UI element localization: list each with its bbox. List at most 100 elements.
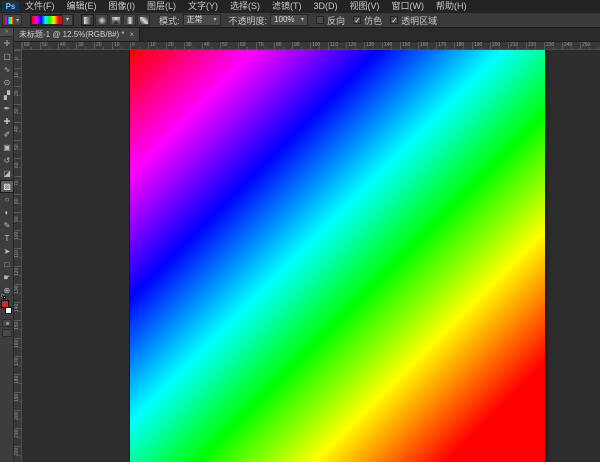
menu-item[interactable]: 图像(I) <box>103 0 142 13</box>
ruler-label: 140 <box>14 304 20 312</box>
ruler-label: 170 <box>438 42 446 48</box>
ruler-label: 220 <box>528 42 536 48</box>
menu-item[interactable]: 文件(F) <box>19 0 61 13</box>
menu-item[interactable]: 帮助(H) <box>430 0 473 13</box>
close-icon[interactable]: × <box>129 28 134 42</box>
ruler-label: 20 <box>168 42 174 48</box>
quick-selection-tool[interactable]: ⊙ <box>0 76 14 89</box>
ruler-label: 80 <box>14 198 20 204</box>
gradient-preview-swatch[interactable] <box>32 16 62 24</box>
pen-tool[interactable]: ✎ <box>0 219 14 232</box>
radial-gradient-button[interactable] <box>95 14 108 26</box>
ruler-label: 70 <box>258 42 264 48</box>
ruler-label: 50 <box>42 42 48 48</box>
linear-gradient-button[interactable] <box>81 14 94 26</box>
menu-item[interactable]: 滤镜(T) <box>266 0 308 13</box>
marquee-tool[interactable]: ▢ <box>0 50 14 63</box>
crop-tool[interactable]: ▞ <box>0 89 14 102</box>
checkbox-反向[interactable]: 反向 <box>316 14 345 27</box>
collapse-panel-icon[interactable]: » <box>0 28 13 37</box>
ruler-label: 40 <box>204 42 210 48</box>
ruler-label: 110 <box>14 250 20 258</box>
shape-tool[interactable]: □ <box>0 258 14 271</box>
clone-stamp-tool[interactable]: ▣ <box>0 141 14 154</box>
ruler-label: 20 <box>96 42 102 48</box>
checkbox-label: 透明区域 <box>401 14 437 27</box>
lasso-tool[interactable]: ∿ <box>0 63 14 76</box>
foreground-color-swatch[interactable] <box>1 300 9 308</box>
canvas-rainbow-gradient[interactable] <box>130 50 545 462</box>
ruler-label: 230 <box>546 42 554 48</box>
tool-options-bar: ▾ ▾ 模式: 正常 ▾ 不透明度: 100% ▾ 反向✓仿色✓透明区域 <box>0 13 600 28</box>
photoshop-window: Ps 文件(F)编辑(E)图像(I)图层(L)文字(Y)选择(S)滤镜(T)3D… <box>0 0 600 462</box>
document-tab[interactable]: 未标题-1 @ 12.5%(RGB/8#) * × <box>14 28 140 41</box>
reflected-gradient-button[interactable] <box>123 14 136 26</box>
screen-mode-button[interactable] <box>2 329 12 337</box>
move-tool[interactable]: ✛ <box>0 37 14 50</box>
menu-item[interactable]: 编辑(E) <box>61 0 103 13</box>
checkbox-icon[interactable] <box>316 16 324 24</box>
menu-item[interactable]: 选择(S) <box>224 0 266 13</box>
opacity-label: 不透明度: <box>229 14 268 27</box>
ruler-label: 180 <box>456 42 464 48</box>
menu-item[interactable]: 视图(V) <box>344 0 386 13</box>
ruler-label: 70 <box>14 180 20 186</box>
ruler-label: 110 <box>330 42 338 48</box>
ruler-label: 130 <box>366 42 374 48</box>
eyedropper-tool[interactable]: ✒ <box>0 102 14 115</box>
checkbox-icon[interactable]: ✓ <box>390 16 398 24</box>
quick-mask-button[interactable] <box>2 319 12 327</box>
ruler-label: 30 <box>14 108 20 114</box>
blend-mode-value: 正常 <box>187 15 203 25</box>
brush-tool[interactable]: ✐ <box>0 128 14 141</box>
horizontal-ruler[interactable]: 6050403020100102030405060708090100110120… <box>22 42 600 50</box>
history-brush-tool[interactable]: ↺ <box>0 154 14 167</box>
ruler-label: 100 <box>14 232 20 240</box>
menu-item[interactable]: 3D(D) <box>308 0 344 13</box>
chevron-down-icon[interactable]: ▾ <box>63 15 72 25</box>
angle-gradient-button[interactable] <box>109 14 122 26</box>
healing-brush-tool[interactable]: ✚ <box>0 115 14 128</box>
color-swatches <box>0 299 14 317</box>
blend-mode-select[interactable]: 正常 ▾ <box>183 14 221 26</box>
ruler-label: 10 <box>150 42 156 48</box>
ruler-label: 30 <box>78 42 84 48</box>
gradient-picker[interactable]: ▾ <box>30 14 74 26</box>
gradient-tool-icon <box>5 17 14 24</box>
checkbox-icon[interactable]: ✓ <box>353 16 361 24</box>
opacity-select[interactable]: 100% ▾ <box>270 14 308 26</box>
diamond-gradient-button[interactable] <box>137 14 150 26</box>
menu-item[interactable]: 文字(Y) <box>182 0 224 13</box>
ruler-label: 140 <box>384 42 392 48</box>
ruler-label: 90 <box>294 42 300 48</box>
ruler-label: 100 <box>312 42 320 48</box>
dodge-tool[interactable]: ◐ <box>0 206 14 219</box>
blur-tool[interactable]: ○ <box>0 193 14 206</box>
ruler-origin-corner[interactable] <box>14 42 22 50</box>
hand-tool[interactable]: ☛ <box>0 271 14 284</box>
menu-item[interactable]: 图层(L) <box>141 0 182 13</box>
path-selection-tool[interactable]: ➤ <box>0 245 14 258</box>
vertical-ruler[interactable]: 0102030405060708090100110120130140150160… <box>14 50 22 462</box>
gradient-tool[interactable]: ▨ <box>0 180 14 193</box>
checkbox-label: 反向 <box>327 14 345 27</box>
checkbox-透明区域[interactable]: ✓透明区域 <box>390 14 437 27</box>
photoshop-logo-icon: Ps <box>2 1 19 12</box>
tool-preset-picker[interactable]: ▾ <box>2 14 22 26</box>
ruler-label: 200 <box>14 412 20 420</box>
menu-items: 文件(F)编辑(E)图像(I)图层(L)文字(Y)选择(S)滤镜(T)3D(D)… <box>19 0 473 13</box>
ruler-label: 160 <box>420 42 428 48</box>
eraser-tool[interactable]: ◪ <box>0 167 14 180</box>
checkbox-仿色[interactable]: ✓仿色 <box>353 14 382 27</box>
ruler-label: 10 <box>114 42 120 48</box>
background-color-swatch[interactable] <box>5 307 12 314</box>
type-tool[interactable]: T <box>0 232 14 245</box>
ruler-label: 40 <box>60 42 66 48</box>
ruler-label: 20 <box>14 90 20 96</box>
ruler-label: 150 <box>402 42 410 48</box>
default-colors-icon[interactable] <box>1 295 6 299</box>
ruler-label: 0 <box>132 42 135 48</box>
menu-item[interactable]: 窗口(W) <box>386 0 431 13</box>
ruler-label: 120 <box>14 268 20 276</box>
ruler-label: 170 <box>14 358 20 366</box>
